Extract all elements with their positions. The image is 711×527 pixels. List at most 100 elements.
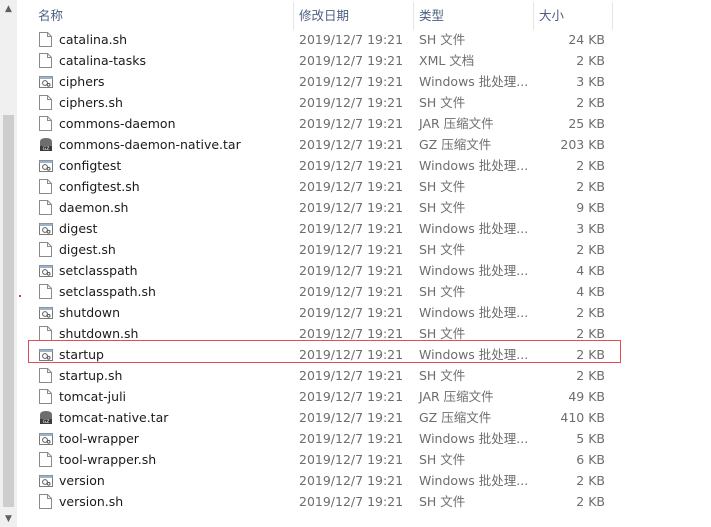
document-icon [39,53,52,68]
file-type: Windows 批处理... [419,473,529,488]
file-size: 2 KB [576,95,605,110]
file-name: configtest.sh [59,179,140,194]
column-divider[interactable] [612,2,613,30]
file-size: 24 KB [568,32,605,47]
column-header-type[interactable]: 类型 [419,0,444,32]
file-name: tomcat-juli [59,389,127,404]
file-row[interactable]: tool-wrapper.sh 2019/12/7 19:21 SH 文件 6 KB [28,449,628,470]
red-mark [19,295,21,297]
batch-file-icon [39,347,53,362]
file-row[interactable]: shutdown.sh 2019/12/7 19:21 SH 文件 2 KB [28,323,628,344]
scroll-thumb[interactable] [3,115,14,507]
file-row[interactable]: GZ tomcat-native.tar 2019/12/7 19:21 GZ 压缩文… [28,407,628,428]
file-row[interactable]: shutdown 2019/12/7 19:21 Windows 批处理... 2 K… [28,302,628,323]
file-row[interactable]: daemon.sh 2019/12/7 19:21 SH 文件 9 KB [28,197,628,218]
svg-text:GZ: GZ [43,419,50,425]
file-size: 2 KB [576,494,605,509]
file-type: SH 文件 [419,368,466,383]
file-size: 4 KB [576,263,605,278]
file-modified-date: 2019/12/7 19:21 [299,389,404,404]
file-modified-date: 2019/12/7 19:21 [299,74,404,89]
file-size: 2 KB [576,179,605,194]
file-row[interactable]: ciphers.sh 2019/12/7 19:21 SH 文件 2 KB [28,92,628,113]
svg-text:GZ: GZ [43,146,50,152]
file-row[interactable]: configtest.sh 2019/12/7 19:21 SH 文件 2 KB [28,176,628,197]
file-row[interactable]: startup 2019/12/7 19:21 Windows 批处理... 2 KB [28,344,628,365]
batch-file-icon [39,263,53,278]
file-size: 3 KB [576,74,605,89]
file-name: ciphers.sh [59,95,123,110]
file-size: 9 KB [576,200,605,215]
file-row[interactable]: configtest 2019/12/7 19:21 Windows 批处理... 2… [28,155,628,176]
file-row[interactable]: tool-wrapper 2019/12/7 19:21 Windows 批处理..… [28,428,628,449]
file-row[interactable]: digest.sh 2019/12/7 19:21 SH 文件 2 KB [28,239,628,260]
document-icon [39,368,52,383]
batch-file-icon [39,431,53,446]
file-size: 4 KB [576,284,605,299]
file-type: Windows 批处理... [419,347,529,362]
file-size: 2 KB [576,368,605,383]
file-name: catalina-tasks [59,53,146,68]
file-size: 410 KB [560,410,605,425]
file-row[interactable]: tomcat-juli 2019/12/7 19:21 JAR 压缩文件 49 KB [28,386,628,407]
file-size: 25 KB [568,116,605,131]
file-row[interactable]: startup.sh 2019/12/7 19:21 SH 文件 2 KB [28,365,628,386]
scroll-down-arrow-icon[interactable]: ▼ [0,510,17,527]
file-name: tool-wrapper [59,431,139,446]
column-header-name[interactable]: 名称 [38,0,63,32]
gz-archive-icon: GZ [39,410,52,425]
file-name: digest [59,221,98,236]
file-row[interactable]: catalina.sh 2019/12/7 19:21 SH 文件 24 KB [28,29,628,50]
file-modified-date: 2019/12/7 19:21 [299,137,404,152]
file-row[interactable]: GZ commons-daemon-native.tar 2019/12/7 19:… [28,134,628,155]
file-row[interactable]: version 2019/12/7 19:21 Windows 批处理... 2 KB [28,470,628,491]
file-type: JAR 压缩文件 [419,116,494,131]
batch-file-icon [39,158,53,173]
file-size: 6 KB [576,452,605,467]
file-name: configtest [59,158,122,173]
file-size: 203 KB [560,137,605,152]
file-size: 49 KB [568,389,605,404]
file-modified-date: 2019/12/7 19:21 [299,473,404,488]
file-row[interactable]: ciphers 2019/12/7 19:21 Windows 批处理... 3 KB [28,71,628,92]
file-row[interactable]: setclasspath.sh 2019/12/7 19:21 SH 文件 4 KB [28,281,628,302]
file-size: 2 KB [576,158,605,173]
column-header-date[interactable]: 修改日期 [299,0,349,32]
file-modified-date: 2019/12/7 19:21 [299,32,404,47]
file-row[interactable]: setclasspath 2019/12/7 19:21 Windows 批处理..… [28,260,628,281]
document-icon [39,494,52,509]
file-row[interactable]: catalina-tasks 2019/12/7 19:21 XML 文档 2 KB [28,50,628,71]
file-type: Windows 批处理... [419,305,529,320]
file-size: 3 KB [576,221,605,236]
vertical-scrollbar[interactable]: ▲ ▼ [0,0,17,527]
file-modified-date: 2019/12/7 19:21 [299,368,404,383]
column-divider[interactable] [293,2,294,30]
batch-file-icon [39,221,53,236]
column-divider[interactable] [533,2,534,30]
file-modified-date: 2019/12/7 19:21 [299,326,404,341]
column-divider[interactable] [413,2,414,30]
document-icon [39,179,52,194]
document-icon [39,116,52,131]
file-modified-date: 2019/12/7 19:21 [299,410,404,425]
file-modified-date: 2019/12/7 19:21 [299,179,404,194]
document-icon [39,242,52,257]
gz-archive-icon: GZ [39,137,52,152]
document-icon [39,32,52,47]
file-size: 5 KB [576,431,605,446]
file-modified-date: 2019/12/7 19:21 [299,200,404,215]
file-name: version [59,473,105,488]
file-row[interactable]: digest 2019/12/7 19:21 Windows 批处理... 3 KB [28,218,628,239]
file-row[interactable]: version.sh 2019/12/7 19:21 SH 文件 2 KB [28,491,628,512]
column-header-size[interactable]: 大小 [539,0,564,32]
file-modified-date: 2019/12/7 19:21 [299,116,404,131]
file-name: commons-daemon-native.tar [59,137,241,152]
file-type: SH 文件 [419,242,466,257]
file-modified-date: 2019/12/7 19:21 [299,53,404,68]
file-row[interactable]: commons-daemon 2019/12/7 19:21 JAR 压缩文件 25 … [28,113,628,134]
file-name: startup.sh [59,368,123,383]
file-modified-date: 2019/12/7 19:21 [299,452,404,467]
scroll-up-arrow-icon[interactable]: ▲ [0,0,17,17]
batch-file-icon [39,473,53,488]
file-type: SH 文件 [419,494,466,509]
